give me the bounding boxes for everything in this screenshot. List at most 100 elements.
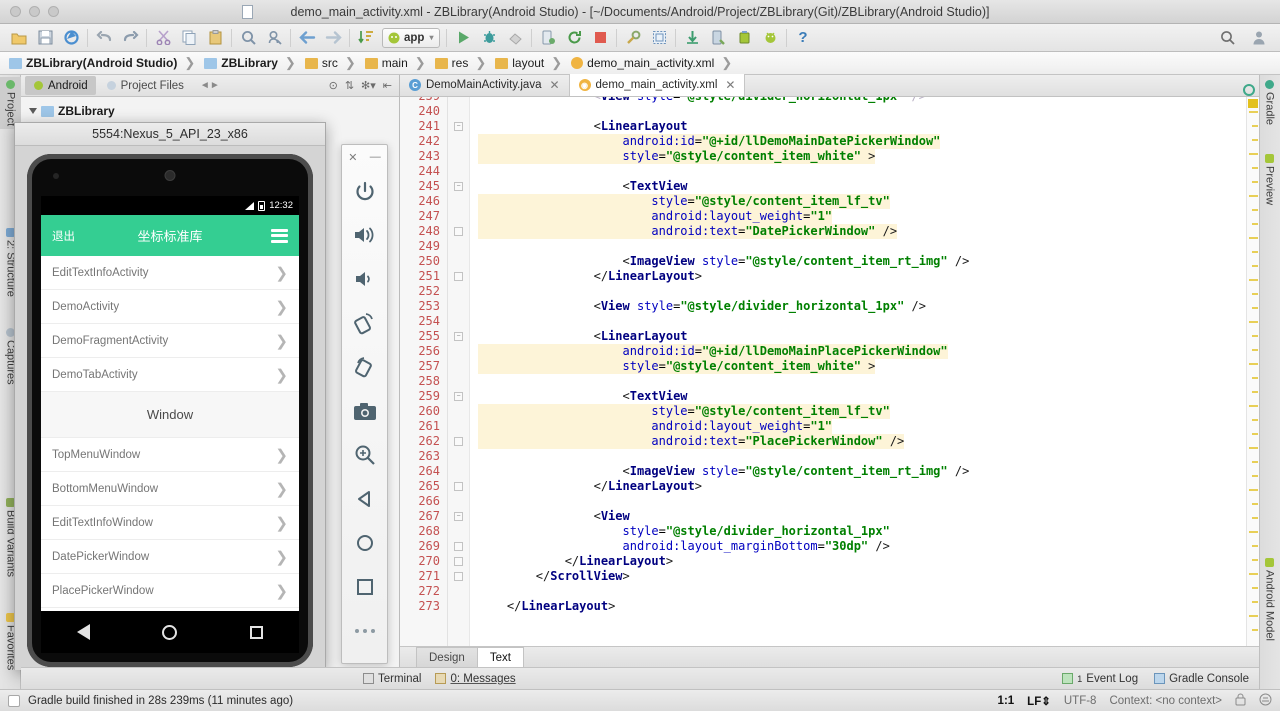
tab-project-files[interactable]: Project Files	[98, 76, 192, 95]
sort-icon[interactable]	[353, 26, 379, 50]
warning-marker[interactable]	[1252, 307, 1258, 309]
warning-marker[interactable]	[1249, 447, 1258, 449]
fold-marker-icon[interactable]: −	[454, 332, 463, 341]
fold-marker-icon[interactable]	[454, 437, 463, 446]
code-line[interactable]: <TextView	[478, 179, 687, 194]
warning-marker[interactable]	[1252, 419, 1258, 421]
minimize-icon[interactable]: —	[370, 151, 381, 163]
code-line[interactable]: android:id="@+id/llDemoMainPlacePickerWi…	[478, 344, 948, 359]
open-folder-icon[interactable]	[6, 26, 32, 50]
forward-icon[interactable]	[320, 26, 346, 50]
warning-marker[interactable]	[1252, 559, 1258, 561]
back-icon[interactable]	[77, 624, 91, 640]
warning-marker[interactable]	[1252, 125, 1258, 127]
code-folding-gutter[interactable]: − − − − −	[448, 97, 470, 653]
collapse-all-icon[interactable]: ⇅	[345, 79, 354, 92]
code-line[interactable]: android:id="@+id/llDemoMainDatePickerWin…	[478, 134, 941, 149]
warning-marker[interactable]	[1252, 629, 1258, 631]
code-line[interactable]: <LinearLayout	[478, 119, 688, 134]
fold-marker-icon[interactable]: −	[454, 392, 463, 401]
warning-marker[interactable]	[1249, 237, 1258, 239]
expand-triangle-icon[interactable]	[29, 108, 37, 114]
editor-tab-demo-main-activity-xml[interactable]: ◉ demo_main_activity.xml ✕	[569, 74, 746, 96]
fold-marker-icon[interactable]	[454, 227, 463, 236]
rotate-right-icon[interactable]	[345, 345, 385, 389]
code-line[interactable]: <ImageView style="@style/content_item_rt…	[478, 464, 969, 479]
toolwin-event-log[interactable]: 1 Event Log	[1062, 673, 1138, 685]
hector-icon[interactable]	[1259, 693, 1272, 709]
sync-icon[interactable]	[58, 26, 84, 50]
code-line[interactable]: style="@style/content_item_white" >	[478, 359, 876, 374]
list-item[interactable]: DemoActivity ❯	[41, 290, 299, 324]
breadcrumb-item-0[interactable]: ZBLibrary(Android Studio) ❯	[6, 55, 201, 71]
save-all-icon[interactable]	[32, 26, 58, 50]
code-text[interactable]: <View style="@style/divider_horizontal_1…	[470, 97, 1259, 653]
warning-summary-marker[interactable]	[1248, 99, 1258, 108]
volume-up-icon[interactable]	[345, 213, 385, 257]
search-everywhere-icon[interactable]	[1214, 26, 1240, 50]
warning-marker[interactable]	[1252, 265, 1258, 267]
run-configuration-selector[interactable]: app ▾	[382, 27, 440, 48]
fold-marker-icon[interactable]: −	[454, 182, 463, 191]
code-line[interactable]: <LinearLayout	[478, 329, 688, 344]
cut-icon[interactable]	[150, 26, 176, 50]
list-item[interactable]: TopMenuWindow ❯	[41, 438, 299, 472]
warning-marker[interactable]	[1252, 545, 1258, 547]
fold-marker-icon[interactable]	[454, 542, 463, 551]
collapse-expand-icon[interactable]: ◄►	[200, 80, 220, 91]
sdk-manager-icon[interactable]	[620, 26, 646, 50]
target-icon[interactable]: ⊙	[329, 79, 338, 92]
warning-marker[interactable]	[1249, 321, 1258, 323]
warning-marker[interactable]	[1252, 433, 1258, 435]
account-icon[interactable]	[1246, 26, 1272, 50]
warning-marker[interactable]	[1249, 531, 1258, 533]
code-line[interactable]: </ScrollView>	[478, 569, 630, 584]
code-line[interactable]: android:layout_weight="1"	[478, 209, 833, 224]
fold-marker-icon[interactable]	[454, 272, 463, 281]
breadcrumb-item-4[interactable]: res ❯	[432, 55, 493, 71]
list-item[interactable]: DemoFragmentActivity ❯	[41, 324, 299, 358]
warning-marker[interactable]	[1249, 405, 1258, 407]
code-line[interactable]: style="@style/content_item_lf_tv"	[478, 194, 890, 209]
warning-marker[interactable]	[1249, 363, 1258, 365]
close-tab-icon[interactable]: ✕	[549, 78, 559, 92]
coverage-icon[interactable]	[502, 26, 528, 50]
rerun-icon[interactable]	[561, 26, 587, 50]
redo-icon[interactable]	[117, 26, 143, 50]
layout-inspector-icon[interactable]	[646, 26, 672, 50]
breadcrumb-item-5[interactable]: layout ❯	[492, 55, 568, 71]
code-line[interactable]: android:text="PlacePickerWindow" />	[478, 434, 905, 449]
code-line[interactable]: </LinearLayout>	[478, 479, 702, 494]
warning-marker[interactable]	[1249, 573, 1258, 575]
list-item[interactable]: BottomMenuWindow ❯	[41, 472, 299, 506]
settings-icon[interactable]: ✻▾	[361, 79, 376, 92]
hide-icon[interactable]: ⇤	[383, 79, 392, 92]
warning-marker[interactable]	[1252, 475, 1258, 477]
code-line[interactable]: <TextView	[478, 389, 687, 404]
warning-marker[interactable]	[1252, 181, 1258, 183]
warning-marker[interactable]	[1252, 517, 1258, 519]
run-icon[interactable]	[450, 26, 476, 50]
emulator-window[interactable]: 5554:Nexus_5_API_23_x86 12:32 退出 坐标标准库 E…	[14, 122, 326, 670]
find-icon[interactable]	[235, 26, 261, 50]
code-line[interactable]: style="@style/content_item_white" >	[478, 149, 876, 164]
code-line[interactable]: </LinearLayout>	[478, 269, 702, 284]
find-usages-icon[interactable]	[261, 26, 287, 50]
tab-text[interactable]: Text	[476, 647, 524, 668]
editor-tab-demomainactivity-java[interactable]: C DemoMainActivity.java ✕	[400, 74, 570, 96]
close-tab-icon[interactable]: ✕	[725, 78, 735, 92]
list-item[interactable]: DatePickerWindow ❯	[41, 540, 299, 574]
code-line[interactable]: style="@style/divider_horizontal_1px"	[478, 524, 890, 539]
warning-marker[interactable]	[1252, 461, 1258, 463]
warning-marker[interactable]	[1252, 503, 1258, 505]
breadcrumb-item-6[interactable]: demo_main_activity.xml ❯	[568, 55, 738, 71]
avd-manager-icon[interactable]	[705, 26, 731, 50]
help-icon[interactable]: ?	[790, 26, 816, 50]
screenshot-icon[interactable]	[345, 389, 385, 433]
tab-design[interactable]: Design	[416, 647, 478, 668]
warning-marker[interactable]	[1249, 111, 1258, 113]
warning-marker[interactable]	[1252, 293, 1258, 295]
fold-marker-icon[interactable]: −	[454, 122, 463, 131]
list-item[interactable]: PlacePickerWindow ❯	[41, 574, 299, 608]
sidebar-item-android-model[interactable]: Android Model	[1259, 555, 1280, 644]
